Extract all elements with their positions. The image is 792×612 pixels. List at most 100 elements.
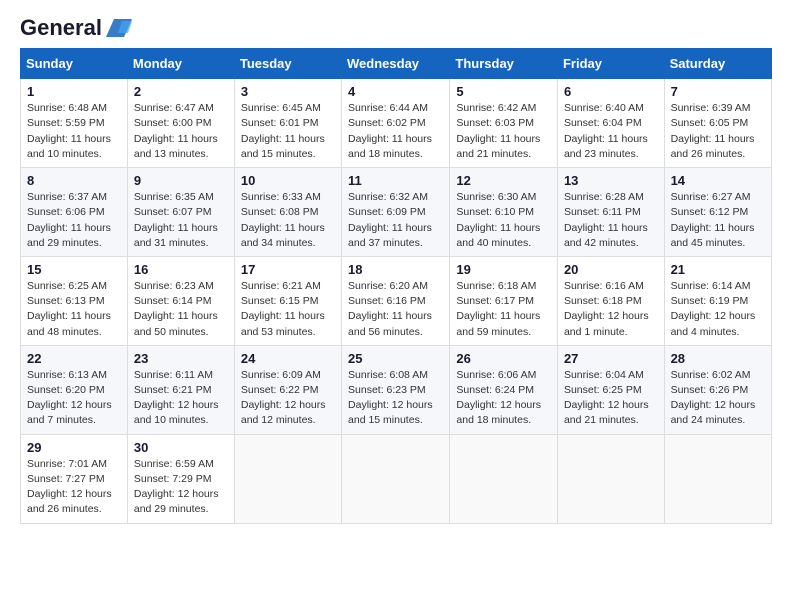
calendar-cell: 5 Sunrise: 6:42 AMSunset: 6:03 PMDayligh… xyxy=(450,79,558,168)
calendar-cell: 7 Sunrise: 6:39 AMSunset: 6:05 PMDayligh… xyxy=(664,79,771,168)
calendar-cell xyxy=(664,434,771,523)
day-number: 20 xyxy=(564,262,658,277)
calendar-cell: 4 Sunrise: 6:44 AMSunset: 6:02 PMDayligh… xyxy=(342,79,450,168)
calendar-cell: 13 Sunrise: 6:28 AMSunset: 6:11 PMDaylig… xyxy=(557,168,664,257)
weekday-header-friday: Friday xyxy=(557,49,664,79)
calendar-cell: 10 Sunrise: 6:33 AMSunset: 6:08 PMDaylig… xyxy=(234,168,341,257)
day-number: 28 xyxy=(671,351,765,366)
day-number: 24 xyxy=(241,351,335,366)
day-info: Sunrise: 6:30 AMSunset: 6:10 PMDaylight:… xyxy=(456,190,551,251)
calendar-cell: 11 Sunrise: 6:32 AMSunset: 6:09 PMDaylig… xyxy=(342,168,450,257)
day-info: Sunrise: 6:39 AMSunset: 6:05 PMDaylight:… xyxy=(671,101,765,162)
day-number: 17 xyxy=(241,262,335,277)
day-number: 1 xyxy=(27,84,121,99)
day-info: Sunrise: 6:35 AMSunset: 6:07 PMDaylight:… xyxy=(134,190,228,251)
day-info: Sunrise: 6:37 AMSunset: 6:06 PMDaylight:… xyxy=(27,190,121,251)
calendar-cell: 23 Sunrise: 6:11 AMSunset: 6:21 PMDaylig… xyxy=(127,345,234,434)
day-info: Sunrise: 6:06 AMSunset: 6:24 PMDaylight:… xyxy=(456,368,551,429)
day-info: Sunrise: 6:47 AMSunset: 6:00 PMDaylight:… xyxy=(134,101,228,162)
day-number: 2 xyxy=(134,84,228,99)
calendar-cell: 8 Sunrise: 6:37 AMSunset: 6:06 PMDayligh… xyxy=(21,168,128,257)
day-number: 16 xyxy=(134,262,228,277)
day-info: Sunrise: 6:09 AMSunset: 6:22 PMDaylight:… xyxy=(241,368,335,429)
calendar-week-row: 29 Sunrise: 7:01 AMSunset: 7:27 PMDaylig… xyxy=(21,434,772,523)
calendar-cell: 24 Sunrise: 6:09 AMSunset: 6:22 PMDaylig… xyxy=(234,345,341,434)
calendar-cell: 26 Sunrise: 6:06 AMSunset: 6:24 PMDaylig… xyxy=(450,345,558,434)
day-number: 14 xyxy=(671,173,765,188)
day-info: Sunrise: 6:02 AMSunset: 6:26 PMDaylight:… xyxy=(671,368,765,429)
day-number: 4 xyxy=(348,84,443,99)
day-info: Sunrise: 6:23 AMSunset: 6:14 PMDaylight:… xyxy=(134,279,228,340)
calendar-cell: 30 Sunrise: 6:59 AMSunset: 7:29 PMDaylig… xyxy=(127,434,234,523)
day-info: Sunrise: 6:42 AMSunset: 6:03 PMDaylight:… xyxy=(456,101,551,162)
calendar-week-row: 15 Sunrise: 6:25 AMSunset: 6:13 PMDaylig… xyxy=(21,256,772,345)
calendar-cell: 25 Sunrise: 6:08 AMSunset: 6:23 PMDaylig… xyxy=(342,345,450,434)
day-number: 26 xyxy=(456,351,551,366)
page-header: General xyxy=(20,16,772,40)
logo: General xyxy=(20,16,134,40)
weekday-header-tuesday: Tuesday xyxy=(234,49,341,79)
calendar-cell xyxy=(234,434,341,523)
day-info: Sunrise: 6:18 AMSunset: 6:17 PMDaylight:… xyxy=(456,279,551,340)
day-info: Sunrise: 6:16 AMSunset: 6:18 PMDaylight:… xyxy=(564,279,658,340)
calendar-cell: 27 Sunrise: 6:04 AMSunset: 6:25 PMDaylig… xyxy=(557,345,664,434)
day-info: Sunrise: 6:08 AMSunset: 6:23 PMDaylight:… xyxy=(348,368,443,429)
calendar-cell: 2 Sunrise: 6:47 AMSunset: 6:00 PMDayligh… xyxy=(127,79,234,168)
calendar-cell: 12 Sunrise: 6:30 AMSunset: 6:10 PMDaylig… xyxy=(450,168,558,257)
day-number: 29 xyxy=(27,440,121,455)
weekday-header-wednesday: Wednesday xyxy=(342,49,450,79)
day-info: Sunrise: 7:01 AMSunset: 7:27 PMDaylight:… xyxy=(27,457,121,518)
weekday-header-monday: Monday xyxy=(127,49,234,79)
calendar-cell: 18 Sunrise: 6:20 AMSunset: 6:16 PMDaylig… xyxy=(342,256,450,345)
day-info: Sunrise: 6:32 AMSunset: 6:09 PMDaylight:… xyxy=(348,190,443,251)
day-number: 12 xyxy=(456,173,551,188)
day-info: Sunrise: 6:45 AMSunset: 6:01 PMDaylight:… xyxy=(241,101,335,162)
weekday-header-thursday: Thursday xyxy=(450,49,558,79)
day-info: Sunrise: 6:21 AMSunset: 6:15 PMDaylight:… xyxy=(241,279,335,340)
day-info: Sunrise: 6:48 AMSunset: 5:59 PMDaylight:… xyxy=(27,101,121,162)
day-info: Sunrise: 6:25 AMSunset: 6:13 PMDaylight:… xyxy=(27,279,121,340)
calendar-cell: 14 Sunrise: 6:27 AMSunset: 6:12 PMDaylig… xyxy=(664,168,771,257)
day-number: 8 xyxy=(27,173,121,188)
day-number: 23 xyxy=(134,351,228,366)
weekday-header-sunday: Sunday xyxy=(21,49,128,79)
logo-text: General xyxy=(20,16,102,40)
calendar-cell xyxy=(557,434,664,523)
calendar-cell: 1 Sunrise: 6:48 AMSunset: 5:59 PMDayligh… xyxy=(21,79,128,168)
calendar-cell: 3 Sunrise: 6:45 AMSunset: 6:01 PMDayligh… xyxy=(234,79,341,168)
day-number: 9 xyxy=(134,173,228,188)
calendar-cell: 29 Sunrise: 7:01 AMSunset: 7:27 PMDaylig… xyxy=(21,434,128,523)
day-number: 6 xyxy=(564,84,658,99)
calendar-cell xyxy=(450,434,558,523)
day-number: 5 xyxy=(456,84,551,99)
calendar-cell: 16 Sunrise: 6:23 AMSunset: 6:14 PMDaylig… xyxy=(127,256,234,345)
day-number: 13 xyxy=(564,173,658,188)
day-number: 3 xyxy=(241,84,335,99)
day-number: 10 xyxy=(241,173,335,188)
weekday-header-saturday: Saturday xyxy=(664,49,771,79)
day-info: Sunrise: 6:40 AMSunset: 6:04 PMDaylight:… xyxy=(564,101,658,162)
calendar-header-row: SundayMondayTuesdayWednesdayThursdayFrid… xyxy=(21,49,772,79)
calendar-week-row: 22 Sunrise: 6:13 AMSunset: 6:20 PMDaylig… xyxy=(21,345,772,434)
day-info: Sunrise: 6:13 AMSunset: 6:20 PMDaylight:… xyxy=(27,368,121,429)
day-number: 22 xyxy=(27,351,121,366)
calendar-cell: 6 Sunrise: 6:40 AMSunset: 6:04 PMDayligh… xyxy=(557,79,664,168)
logo-icon xyxy=(104,17,134,39)
calendar-table: SundayMondayTuesdayWednesdayThursdayFrid… xyxy=(20,48,772,523)
day-info: Sunrise: 6:28 AMSunset: 6:11 PMDaylight:… xyxy=(564,190,658,251)
day-number: 21 xyxy=(671,262,765,277)
day-number: 15 xyxy=(27,262,121,277)
day-number: 25 xyxy=(348,351,443,366)
calendar-cell: 20 Sunrise: 6:16 AMSunset: 6:18 PMDaylig… xyxy=(557,256,664,345)
day-number: 11 xyxy=(348,173,443,188)
day-info: Sunrise: 6:11 AMSunset: 6:21 PMDaylight:… xyxy=(134,368,228,429)
day-number: 30 xyxy=(134,440,228,455)
calendar-cell: 28 Sunrise: 6:02 AMSunset: 6:26 PMDaylig… xyxy=(664,345,771,434)
calendar-cell xyxy=(342,434,450,523)
day-info: Sunrise: 6:33 AMSunset: 6:08 PMDaylight:… xyxy=(241,190,335,251)
day-info: Sunrise: 6:44 AMSunset: 6:02 PMDaylight:… xyxy=(348,101,443,162)
calendar-cell: 21 Sunrise: 6:14 AMSunset: 6:19 PMDaylig… xyxy=(664,256,771,345)
calendar-cell: 19 Sunrise: 6:18 AMSunset: 6:17 PMDaylig… xyxy=(450,256,558,345)
calendar-cell: 17 Sunrise: 6:21 AMSunset: 6:15 PMDaylig… xyxy=(234,256,341,345)
calendar-week-row: 8 Sunrise: 6:37 AMSunset: 6:06 PMDayligh… xyxy=(21,168,772,257)
